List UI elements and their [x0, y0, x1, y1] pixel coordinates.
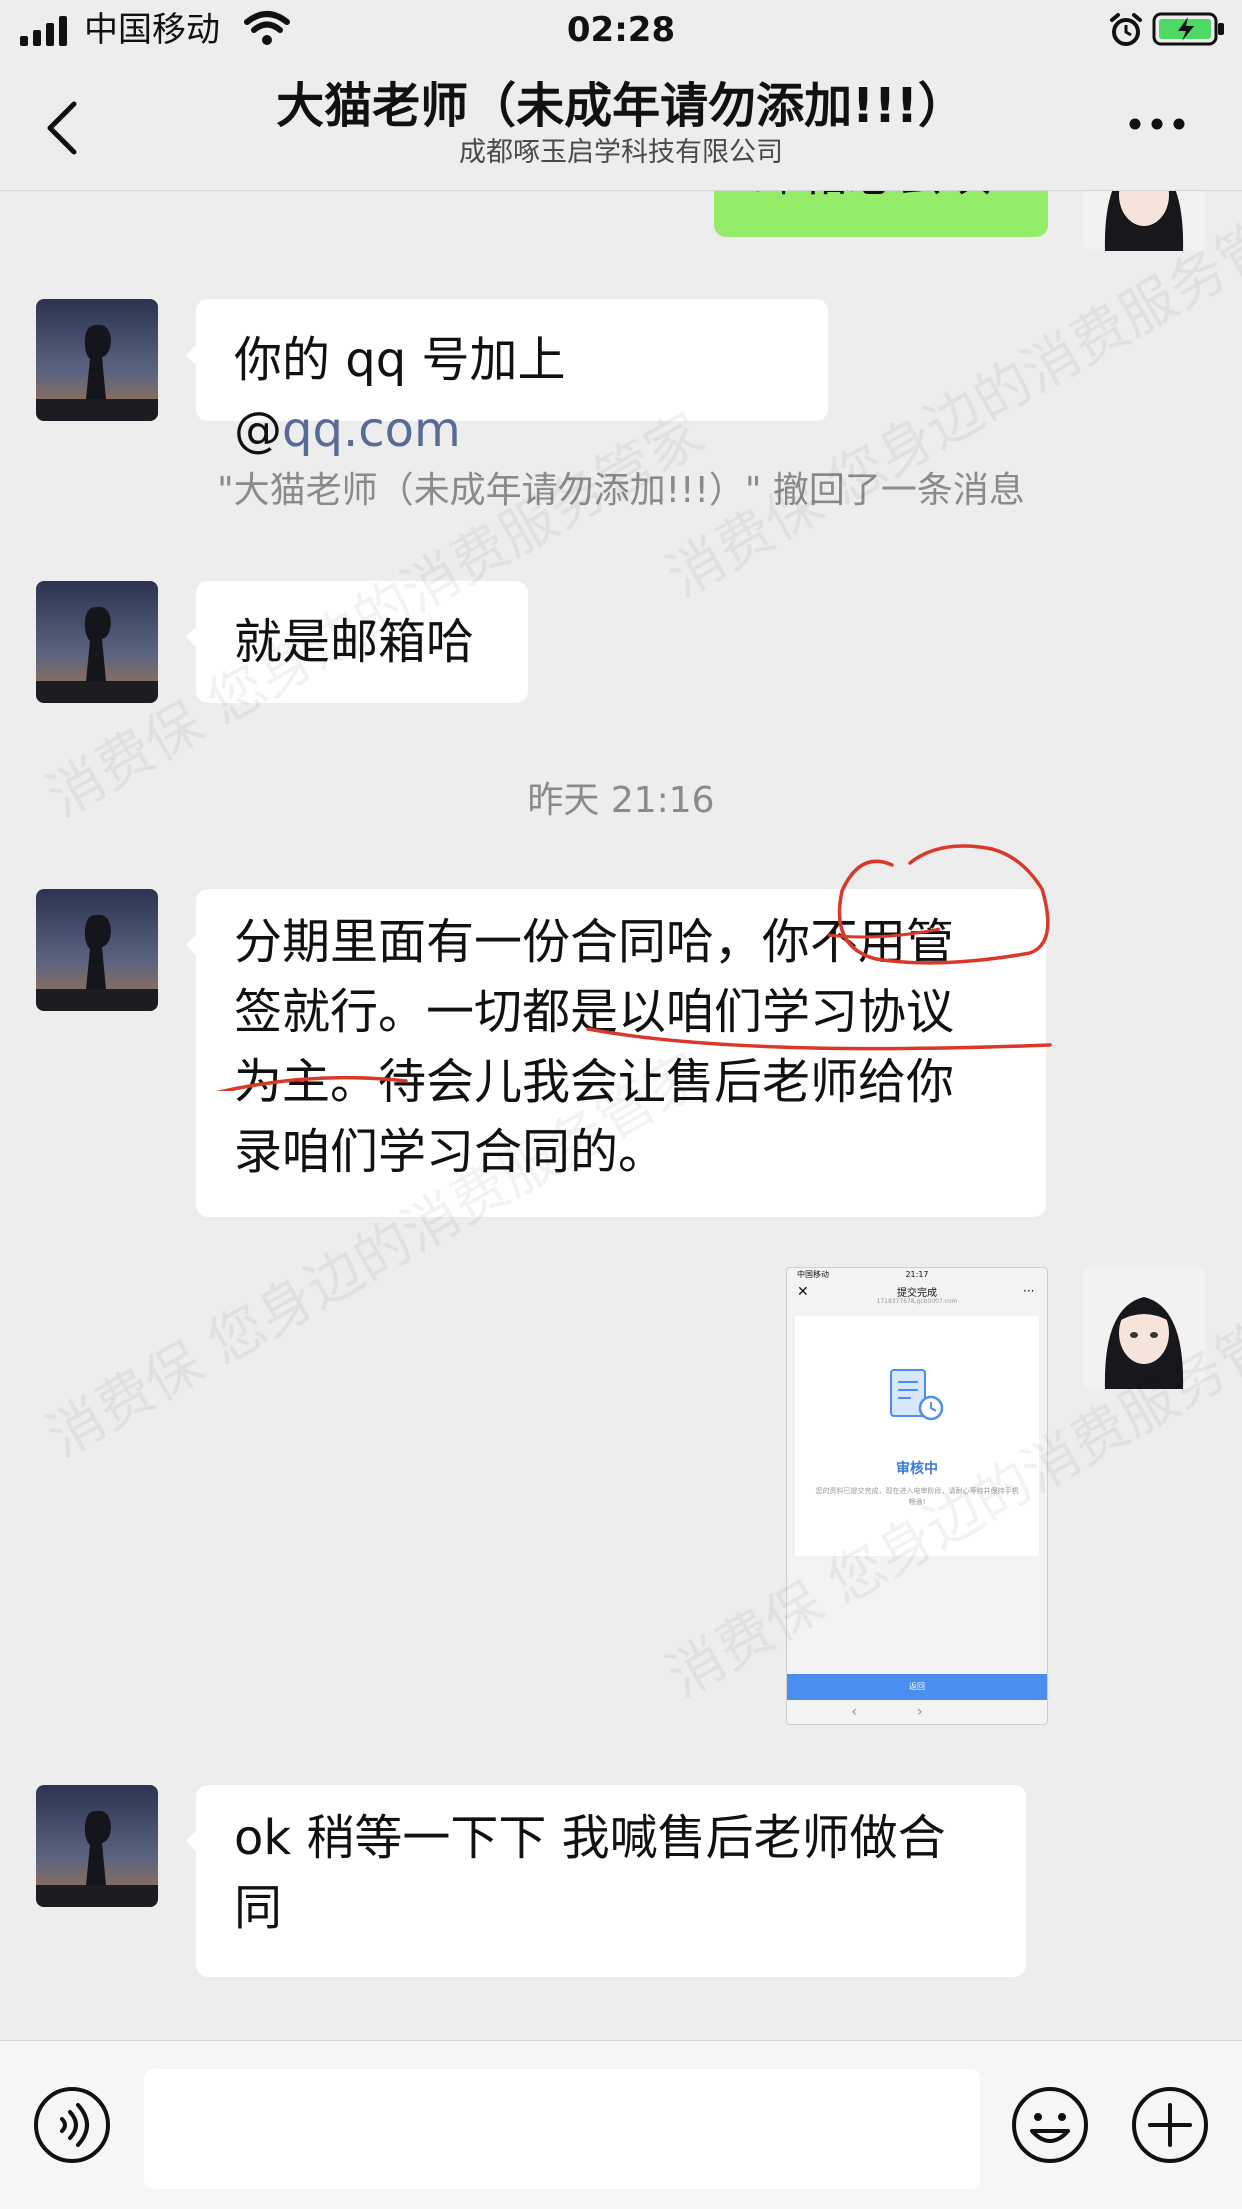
avatar-teacher[interactable]	[36, 581, 158, 703]
self-avatar-image	[1083, 191, 1205, 251]
mini-status-bar: 中国移动 21:17	[787, 1268, 1047, 1282]
avatar-teacher[interactable]	[36, 299, 158, 421]
more-icon[interactable]	[1128, 112, 1186, 136]
document-clock-icon	[890, 1369, 944, 1421]
self-avatar-image	[1083, 1267, 1205, 1389]
chat-subtitle: 成都啄玉启学科技有限公司	[459, 137, 783, 168]
mini-title: 提交完成	[897, 1288, 937, 1299]
message-text: 邮箱必会填	[752, 191, 992, 202]
image-message[interactable]: 中国移动 21:17 ✕ 提交完成 1718377678.qcb0007.com…	[786, 1267, 1048, 1725]
voice-icon[interactable]	[32, 2085, 112, 2165]
avatar-self[interactable]	[1083, 191, 1205, 251]
mini-url: 1718377678.qcb0007.com	[876, 1298, 958, 1305]
message-bubble-other[interactable]: 就是邮箱哈	[186, 581, 528, 703]
teacher-avatar-image	[36, 581, 158, 703]
back-arrow-icon[interactable]	[40, 98, 84, 158]
message-line: 录咱们学习合同的。	[234, 1124, 667, 1180]
message-link[interactable]: qq.com	[282, 402, 461, 458]
mini-card: 审核中 您的资料已提交完成，现在进入电审阶段，请耐心等待并保持手机畅通!	[795, 1316, 1039, 1556]
red-annotation	[216, 844, 1052, 1091]
message-list[interactable]: 邮箱必会填 你的 qq 号加上 @qq.com "大猫老师（未成年请勿添加!!!…	[0, 191, 1242, 2040]
message-line: 同	[234, 1880, 283, 1936]
message-input[interactable]	[144, 2069, 980, 2189]
alarm-icon	[1110, 13, 1142, 46]
chat-title: 大猫老师（未成年请勿添加!!!）	[276, 78, 966, 134]
mini-return-button: 返回	[787, 1674, 1047, 1700]
mini-status-text: 审核中	[896, 1461, 938, 1477]
avatar-teacher[interactable]	[36, 889, 158, 1011]
chat-header: 大猫老师（未成年请勿添加!!!） 成都啄玉启学科技有限公司	[0, 62, 1242, 191]
message-text: 就是邮箱哈	[234, 614, 475, 670]
message-line: ok 稍等一下下 我喊售后老师做合	[234, 1810, 946, 1866]
message-bubble-other[interactable]: 你的 qq 号加上 @qq.com	[186, 299, 828, 458]
mini-desc: 您的资料已提交完成，现在进入电审阶段，请耐心等待并保持手机畅通!	[815, 1487, 1019, 1506]
message-bubble-other[interactable]: ok 稍等一下下 我喊售后老师做合 同	[186, 1785, 1026, 1977]
message-bubble-self[interactable]: 邮箱必会填	[714, 191, 1048, 237]
clock: 02:28	[566, 10, 676, 50]
status-bar: 中国移动 02:28	[0, 0, 1242, 62]
recall-notice: "大猫老师（未成年请勿添加!!!）" 撤回了一条消息	[217, 470, 1025, 511]
avatar-self[interactable]	[1083, 1267, 1205, 1389]
teacher-avatar-image	[36, 299, 158, 421]
teacher-avatar-image	[36, 1785, 158, 1907]
timestamp: 昨天 21:16	[527, 780, 715, 821]
mini-nav-arrows: ‹›	[851, 1704, 983, 1720]
mini-more-icon: ···	[1023, 1284, 1035, 1298]
avatar-teacher[interactable]	[36, 1785, 158, 1907]
teacher-avatar-image	[36, 889, 158, 1011]
mini-time: 21:17	[905, 1270, 929, 1279]
emoji-icon[interactable]	[1010, 2085, 1090, 2165]
plus-icon[interactable]	[1130, 2085, 1210, 2165]
battery-charging-icon	[1152, 12, 1224, 46]
input-toolbar	[0, 2040, 1242, 2209]
